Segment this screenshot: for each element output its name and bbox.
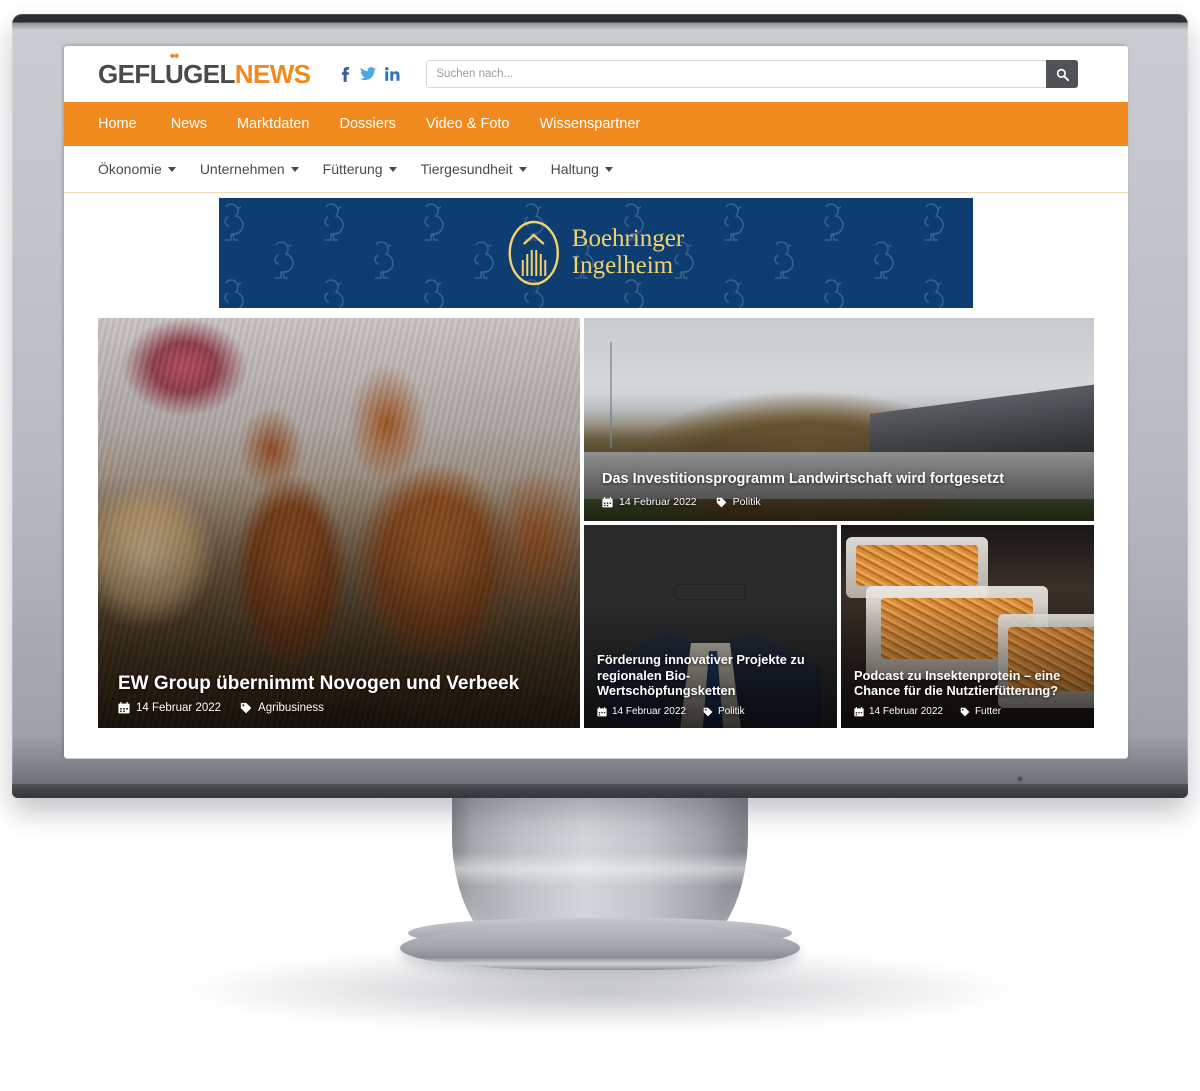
logo-text-news: NEWS — [234, 59, 311, 89]
logo-text-part1: GEFL — [98, 59, 166, 89]
monitor-bezel: GEFLUGELNEWS — [12, 14, 1188, 798]
article-title: Das Investitionsprogramm Landwirtschaft … — [602, 471, 1005, 488]
power-led-indicator — [1018, 777, 1022, 781]
article-category: Politik — [717, 706, 745, 717]
chevron-down-icon — [388, 166, 397, 172]
tag-icon — [703, 707, 713, 716]
linkedin-link[interactable] — [385, 67, 400, 81]
article-title: EW Group übernimmt Novogen und Verbeek — [118, 672, 520, 694]
tag-icon — [240, 702, 252, 714]
nav-item-home[interactable]: Home — [98, 102, 156, 146]
calendar-icon — [854, 706, 864, 716]
article-meta: 14 Februar 2022 Politik — [597, 706, 825, 717]
boehringer-mark-icon — [508, 220, 559, 286]
search-icon — [1056, 68, 1069, 81]
nav-item-wissenspartner[interactable]: Wissenspartner — [524, 102, 655, 146]
article-overlay: EW Group übernimmt Novogen und Verbeek 1… — [98, 672, 580, 728]
nav-item-fuetterung-label: Fütterung — [322, 161, 383, 177]
article-card-bio-wertschoepfung[interactable]: Förderung innovativer Projekte zu region… — [584, 525, 837, 728]
tag-icon — [716, 497, 727, 507]
glasses-decoration — [675, 583, 746, 601]
article-date: 14 Februar 2022 — [869, 706, 943, 717]
nav-item-news[interactable]: News — [156, 102, 222, 146]
calendar-icon — [602, 496, 613, 507]
chevron-down-icon — [167, 166, 176, 172]
article-category: Politik — [732, 496, 761, 508]
article-date: 14 Februar 2022 — [619, 496, 697, 508]
logo-text-umlaut: U — [165, 61, 184, 87]
nav-item-tiergesundheit[interactable]: Tiergesundheit — [421, 161, 527, 177]
article-title: Podcast zu Insektenprotein – eine Chance… — [854, 667, 1061, 699]
nav-item-oekonomie-label: Ökonomie — [98, 161, 162, 177]
nav-item-video-foto[interactable]: Video & Foto — [411, 102, 525, 146]
banner-ad-boehringer-ingelheim[interactable]: Boehringer Ingelheim — [219, 198, 973, 308]
search-input[interactable] — [426, 60, 1047, 88]
webpage: GEFLUGELNEWS — [64, 46, 1128, 758]
banner-ad-area: Boehringer Ingelheim — [64, 193, 1128, 318]
article-card-investitionsprogramm[interactable]: Das Investitionsprogramm Landwirtschaft … — [584, 318, 1094, 521]
article-card-hero[interactable]: EW Group übernimmt Novogen und Verbeek 1… — [98, 318, 580, 728]
article-grid-right-column: Das Investitionsprogramm Landwirtschaft … — [584, 318, 1094, 728]
nav-item-unternehmen[interactable]: Unternehmen — [200, 161, 299, 177]
twitter-icon — [360, 67, 377, 81]
monitor-scene: GEFLUGELNEWS — [0, 0, 1200, 1091]
article-date: 14 Februar 2022 — [136, 702, 222, 714]
nav-item-tiergesundheit-label: Tiergesundheit — [420, 161, 513, 177]
nav-item-unternehmen-label: Unternehmen — [199, 161, 285, 177]
nav-item-fuetterung[interactable]: Fütterung — [323, 161, 397, 177]
article-title: Förderung innovativer Projekte zu region… — [597, 652, 805, 699]
facebook-icon — [342, 66, 350, 82]
article-overlay: Podcast zu Insektenprotein – eine Chance… — [841, 668, 1094, 728]
banner-line-1: Boehringer — [571, 225, 685, 253]
article-grid-left-column: EW Group übernimmt Novogen und Verbeek 1… — [98, 318, 580, 728]
secondary-navigation: Ökonomie Unternehmen Fütterung Tiergesun… — [64, 146, 1128, 193]
calendar-icon — [597, 706, 607, 716]
facebook-link[interactable] — [338, 66, 351, 82]
article-meta: 14 Februar 2022 Agribusiness — [118, 702, 562, 714]
boehringer-ingelheim-wordmark: Boehringer Ingelheim — [571, 225, 685, 280]
twitter-link[interactable] — [360, 67, 377, 81]
monitor-stand-base — [400, 926, 800, 970]
logo-text-part2: GEL — [183, 59, 235, 89]
article-category: Agribusiness — [258, 702, 324, 714]
chevron-down-icon — [604, 166, 613, 172]
article-grid-bottom-row: Förderung innovativer Projekte zu region… — [584, 525, 1094, 728]
social-links — [338, 66, 400, 82]
mealworm-fill-decoration — [856, 545, 978, 586]
site-header: GEFLUGELNEWS — [64, 46, 1128, 102]
linkedin-icon — [385, 67, 400, 81]
article-overlay: Förderung innovativer Projekte zu region… — [584, 652, 837, 728]
site-logo[interactable]: GEFLUGELNEWS — [98, 59, 311, 89]
search-submit-button[interactable] — [1046, 60, 1079, 88]
monitor-screen: GEFLUGELNEWS — [64, 46, 1128, 758]
banner-line-2: Ingelheim — [571, 252, 674, 279]
nav-item-haltung[interactable]: Haltung — [551, 161, 613, 177]
article-date: 14 Februar 2022 — [612, 706, 686, 717]
chevron-down-icon — [518, 166, 527, 172]
tag-icon — [960, 707, 970, 716]
nav-item-marktdaten[interactable]: Marktdaten — [222, 102, 325, 146]
article-meta: 14 Februar 2022 Futter — [854, 706, 1082, 717]
article-grid: EW Group übernimmt Novogen und Verbeek 1… — [64, 318, 1128, 728]
chevron-down-icon — [290, 166, 299, 172]
nav-item-dossiers[interactable]: Dossiers — [325, 102, 411, 146]
nav-item-haltung-label: Haltung — [550, 161, 599, 177]
article-overlay: Das Investitionsprogramm Landwirtschaft … — [584, 471, 1094, 521]
boehringer-ingelheim-logo: Boehringer Ingelheim — [508, 220, 684, 286]
search-bar — [426, 60, 1079, 88]
nav-item-oekonomie[interactable]: Ökonomie — [98, 161, 176, 177]
primary-navigation: Home News Marktdaten Dossiers Video & Fo… — [64, 102, 1128, 146]
calendar-icon — [118, 702, 130, 714]
article-category: Futter — [974, 706, 1002, 717]
article-meta: 14 Februar 2022 Politik — [602, 496, 1078, 508]
article-card-insektenprotein-podcast[interactable]: Podcast zu Insektenprotein – eine Chance… — [841, 525, 1094, 728]
